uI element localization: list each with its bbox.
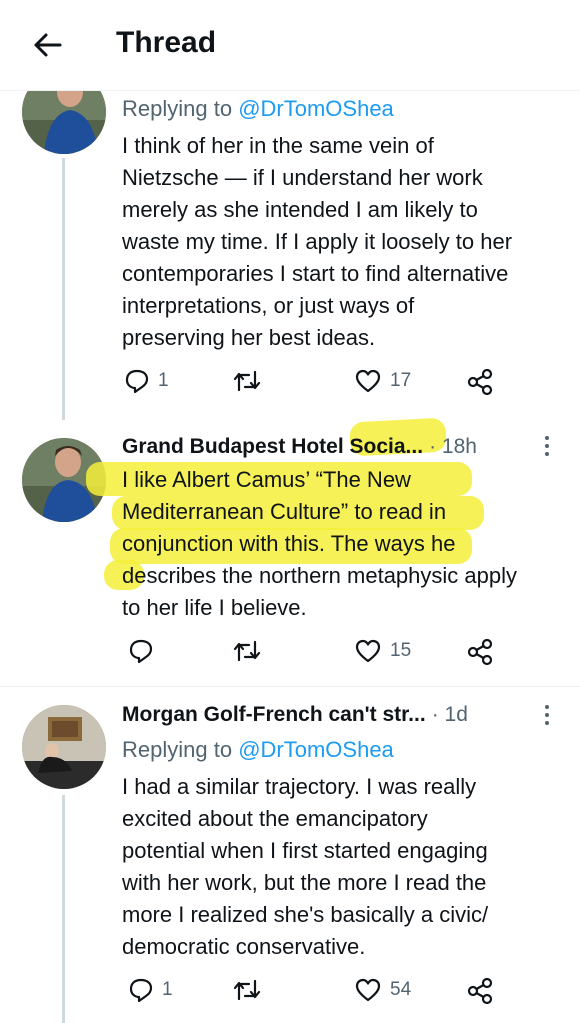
tweet-text-line: with her work, but the more I read the — [122, 870, 487, 895]
action-bar: 15 — [122, 638, 542, 672]
tweet-text-line: potential when I first started engaging — [122, 838, 488, 863]
action-bar: 1 54 — [122, 977, 542, 1011]
tweet-text: I had a similar trajectory. I was really… — [122, 771, 542, 963]
tweet-text-line: democratic conservative. — [122, 934, 366, 959]
thread-line — [62, 795, 65, 1023]
tweet-text-line: conjunction with this. The ways he — [122, 531, 456, 556]
thread-line — [62, 158, 65, 420]
tweet-2[interactable]: Grand Budapest Hotel Socia... · 18h I li… — [0, 417, 580, 686]
tweet-text-line: to her life I believe. — [122, 595, 307, 620]
tweet-text: I think of her in the same vein of Nietz… — [122, 130, 542, 354]
like-button[interactable]: 54 — [354, 977, 411, 1003]
retweet-button[interactable] — [232, 977, 262, 1003]
more-vertical-icon[interactable] — [540, 703, 554, 727]
tweet-text-line: excited about the emancipatory — [122, 806, 428, 831]
like-count: 17 — [390, 370, 412, 391]
share-button[interactable] — [466, 977, 494, 1005]
reply-icon — [125, 369, 149, 394]
reply-icon — [129, 978, 153, 1003]
timestamp[interactable]: · 1d — [432, 703, 468, 727]
like-button[interactable]: 15 — [354, 638, 411, 664]
share-button[interactable] — [466, 638, 494, 666]
tweet-text-line: preserving her best ideas. — [122, 325, 376, 350]
share-icon — [467, 368, 493, 396]
retweet-button[interactable] — [232, 368, 262, 394]
like-count: 15 — [390, 640, 412, 661]
reply-button[interactable] — [128, 638, 154, 664]
tweet-header: Morgan Golf-French can't str... · 1d — [122, 700, 468, 730]
retweet-icon — [233, 640, 261, 662]
tweet-text-line: Mediterranean Culture” to read in — [122, 499, 447, 524]
page-title: Thread — [116, 26, 217, 59]
heart-icon — [355, 639, 381, 663]
share-button[interactable] — [466, 368, 494, 396]
reply-icon — [129, 639, 153, 664]
tweet-text-line: describes the northern metaphysic apply — [122, 563, 517, 588]
like-button[interactable]: 17 — [354, 368, 411, 394]
like-count: 54 — [390, 979, 412, 1000]
retweet-icon — [233, 979, 261, 1001]
heart-icon — [355, 369, 381, 393]
retweet-icon — [233, 370, 261, 392]
avatar[interactable] — [22, 705, 106, 789]
display-name[interactable]: Grand Budapest Hotel Socia... — [122, 435, 423, 459]
share-icon — [467, 638, 493, 666]
reply-count: 1 — [158, 370, 169, 391]
tweet-text-line: merely as she intended I am likely to — [122, 197, 478, 222]
tweet-text-line: contemporaries I start to find alternati… — [122, 261, 509, 286]
tweet-text-line: Nietzsche — if I understand her work — [122, 165, 483, 190]
replying-to: Replying to @DrTomOShea — [122, 96, 394, 121]
more-vertical-icon[interactable] — [540, 434, 554, 458]
reply-button[interactable]: 1 — [124, 368, 169, 394]
reply-handle-link[interactable]: @DrTomOShea — [238, 737, 394, 762]
reply-count: 1 — [162, 979, 173, 1000]
tweet-text-line: more I realized she's basically a civic/ — [122, 902, 489, 927]
reply-handle-link[interactable]: @DrTomOShea — [238, 96, 394, 121]
heart-icon — [355, 978, 381, 1002]
display-name[interactable]: Morgan Golf-French can't str... — [122, 703, 426, 727]
tweet-text: I like Albert Camus’ “The New Mediterran… — [122, 464, 552, 624]
action-bar: 1 17 — [122, 368, 542, 402]
tweet-3[interactable]: Morgan Golf-French can't str... · 1d Rep… — [0, 687, 580, 1023]
reply-button[interactable]: 1 — [128, 977, 173, 1003]
replying-to: Replying to @DrTomOShea — [122, 737, 394, 762]
tweet-text-line: interpretations, or just ways of — [122, 293, 415, 318]
tweet-text-line: I think of her in the same vein of — [122, 133, 434, 158]
share-icon — [467, 977, 493, 1005]
arrow-left-icon[interactable] — [30, 28, 64, 62]
tweet-text-line: I like Albert Camus’ “The New — [122, 467, 411, 492]
timestamp[interactable]: · 18h — [429, 435, 477, 459]
tweet-text-line: I had a similar trajectory. I was really — [122, 774, 477, 799]
tweet-header: Grand Budapest Hotel Socia... · 18h — [122, 432, 477, 462]
retweet-button[interactable] — [232, 638, 262, 664]
top-bar: Thread — [0, 0, 580, 91]
tweet-text-line: waste my time. If I apply it loosely to … — [122, 229, 513, 254]
